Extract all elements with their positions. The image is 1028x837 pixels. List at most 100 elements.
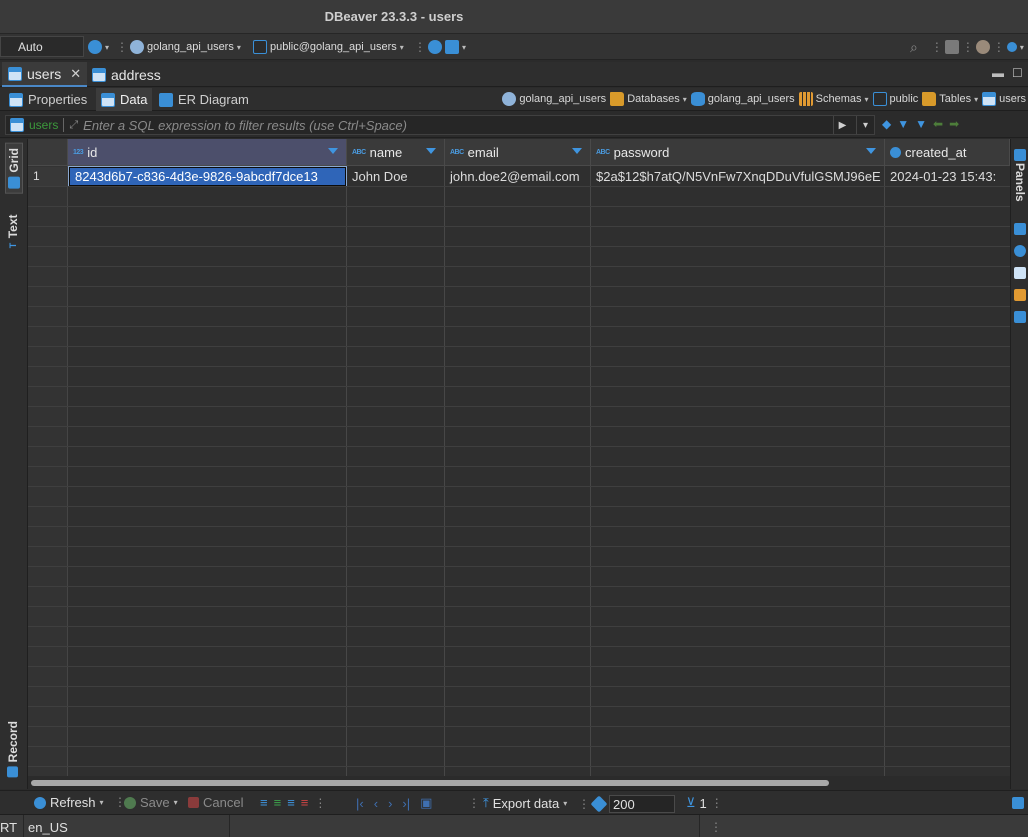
sort-icon[interactable] xyxy=(572,148,582,154)
previous-page-icon[interactable]: ‹ xyxy=(374,796,378,811)
calculator-icon[interactable] xyxy=(1014,289,1026,301)
eraser-icon[interactable]: ◆ xyxy=(882,117,891,131)
tab-record[interactable]: Record xyxy=(6,721,20,778)
tab-er-diagram[interactable]: ER Diagram xyxy=(154,88,254,111)
apply-filter-button[interactable]: ▶ xyxy=(833,116,851,134)
tab-data[interactable]: Data xyxy=(96,88,153,111)
metadata-icon[interactable] xyxy=(1014,245,1026,257)
breadcrumb-item-databases[interactable]: Databases ▾ xyxy=(610,92,687,106)
breadcrumb-item-public[interactable]: public xyxy=(872,92,919,106)
table-cell-name[interactable]: John Doe xyxy=(347,167,444,186)
table-cell-password[interactable]: $2a$12$h7atQ/N5VnFw7XnqDDuVfulGSMJ96eE xyxy=(591,167,884,186)
maximize-icon[interactable]: ☐ xyxy=(1012,66,1023,80)
commit-mode-button[interactable]: ▾ xyxy=(88,39,109,55)
check-icon xyxy=(124,796,136,809)
save-button[interactable]: Save ▾ xyxy=(124,795,178,810)
back-icon[interactable]: ⬅ xyxy=(933,117,943,131)
filter-table-name: users xyxy=(29,118,59,132)
toolbar-tools[interactable]: ⋮ ▾ xyxy=(414,39,466,55)
filter-box: users ⤢ ▶ ▾ xyxy=(5,115,875,135)
new-connection-icon[interactable] xyxy=(944,40,959,54)
sort-icon[interactable] xyxy=(328,148,338,154)
filter-icon[interactable]: ▼ xyxy=(897,117,909,131)
horizontal-scrollbar[interactable] xyxy=(28,776,1010,790)
breadcrumb-item-tables[interactable]: Tables ▾ xyxy=(922,92,978,106)
toolbar-right-tools: ⌕ ⋮ ⋮ ⋮ ▾ xyxy=(910,38,1024,56)
schema-selector[interactable]: public@golang_api_users ▾ xyxy=(253,39,404,55)
breadcrumb-item-datasource[interactable]: golang_api_users xyxy=(502,92,606,106)
column-header-label: password xyxy=(613,144,670,160)
results-grid[interactable]: 123 id ABC name ABC email ABC password c… xyxy=(28,139,1010,776)
search-icon[interactable]: ⌕ xyxy=(910,39,918,56)
breadcrumb-label: public xyxy=(889,93,919,105)
column-header-name[interactable]: ABC name xyxy=(347,139,445,166)
grouping-icon[interactable] xyxy=(1014,267,1026,279)
tab-address[interactable]: address xyxy=(86,62,167,87)
close-icon[interactable]: ✕ xyxy=(70,66,81,82)
column-header-id[interactable]: 123 id xyxy=(68,139,347,166)
cancel-button[interactable]: Cancel xyxy=(188,795,243,810)
breadcrumb-item-database[interactable]: golang_api_users xyxy=(690,92,795,106)
tab-properties[interactable]: Properties xyxy=(4,88,92,111)
fit-icon[interactable]: ▣ xyxy=(420,795,432,811)
fetch-size-input[interactable] xyxy=(609,795,675,813)
row-count-icon[interactable]: ⊻ xyxy=(686,795,696,811)
breadcrumb-item-users[interactable]: users xyxy=(982,92,1026,106)
copy-row-icon[interactable]: ≡ xyxy=(287,795,295,810)
diagram-icon[interactable] xyxy=(445,40,459,54)
breadcrumb-label: Schemas xyxy=(815,93,862,105)
breadcrumb-item-schemas[interactable]: Schemas ▾ xyxy=(798,92,869,106)
last-page-icon[interactable]: ›| xyxy=(402,796,410,811)
column-header-created-at[interactable]: created_at xyxy=(885,139,1010,166)
tab-users[interactable]: users ✕ xyxy=(2,62,88,87)
refresh-button[interactable]: Refresh ▾ xyxy=(34,795,104,810)
tab-grid[interactable]: Grid xyxy=(5,143,23,194)
row-divider xyxy=(28,486,1010,487)
delete-row-icon[interactable]: ≡ xyxy=(301,795,309,810)
scrollbar-thumb[interactable] xyxy=(31,780,829,786)
table-cell-id[interactable]: 8243d6b7-c836-4d3e-9826-9abcdf7dce13 xyxy=(68,166,347,187)
add-row-icon[interactable]: ≡ xyxy=(274,795,282,810)
column-header-label: email xyxy=(467,144,499,160)
row-divider xyxy=(28,346,1010,347)
sort-icon[interactable] xyxy=(426,148,436,154)
value-viewer-icon[interactable] xyxy=(1014,223,1026,235)
column-header-password[interactable]: ABC password xyxy=(591,139,885,166)
grid-corner[interactable] xyxy=(28,139,68,166)
column-divider xyxy=(884,166,885,776)
next-page-icon[interactable]: › xyxy=(388,796,392,811)
panel-toggle-icon[interactable] xyxy=(1012,797,1024,809)
forward-icon[interactable]: ➡ xyxy=(949,117,959,131)
datasource-selector[interactable]: ⋮ golang_api_users ▾ xyxy=(116,39,241,55)
row-divider xyxy=(28,586,1010,587)
export-data-button[interactable]: ⋮ ⤒ Export data ▾ xyxy=(468,795,567,811)
expand-icon[interactable]: ⤢ xyxy=(69,119,78,132)
edit-row-icon[interactable]: ≡ xyxy=(260,795,268,810)
tab-text-label: Text xyxy=(6,215,20,239)
tab-text[interactable]: T Text xyxy=(6,215,20,248)
references-icon[interactable] xyxy=(1014,311,1026,323)
row-divider xyxy=(28,726,1010,727)
table-cell-email[interactable]: john.doe2@email.com xyxy=(445,167,590,186)
row-number[interactable]: 1 xyxy=(28,167,68,186)
sort-icon[interactable] xyxy=(866,148,876,154)
avatar-icon[interactable] xyxy=(975,40,990,54)
column-header-email[interactable]: ABC email xyxy=(445,139,591,166)
breadcrumb-label: users xyxy=(999,93,1026,105)
panels-icon[interactable] xyxy=(1014,149,1026,161)
row-divider xyxy=(28,266,1010,267)
search-global-icon[interactable] xyxy=(1006,42,1017,52)
filter-history-button[interactable]: ▾ xyxy=(856,116,874,134)
panels-label[interactable]: Panels xyxy=(1013,163,1027,202)
minimize-icon[interactable]: ▬ xyxy=(992,66,1004,80)
first-page-icon[interactable]: |‹ xyxy=(356,796,364,811)
column-header-label: created_at xyxy=(905,144,967,160)
row-divider xyxy=(28,466,1010,467)
table-cell-created-at[interactable]: 2024-01-23 15:43: xyxy=(885,167,1010,186)
dashboard-icon[interactable] xyxy=(428,40,442,54)
tab-data-label: Data xyxy=(120,92,148,107)
tab-users-label: users xyxy=(27,65,62,82)
transaction-mode-combo[interactable]: Auto xyxy=(0,36,84,57)
filter-settings-icon[interactable]: ▼ xyxy=(915,117,927,131)
filter-input[interactable] xyxy=(83,117,828,133)
